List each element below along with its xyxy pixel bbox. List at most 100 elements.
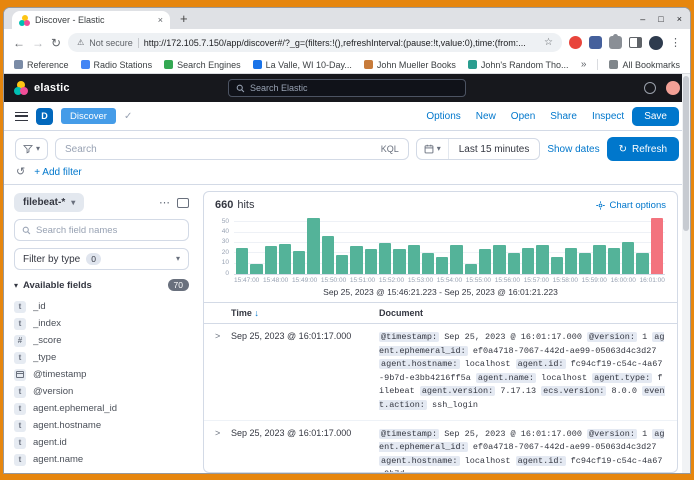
field-item[interactable]: t@version <box>14 383 189 400</box>
time-range-value[interactable]: Last 15 minutes <box>449 144 540 155</box>
histogram-bar[interactable] <box>522 248 534 274</box>
space-badge[interactable]: D <box>36 108 53 125</box>
histogram-bar[interactable] <box>336 255 348 274</box>
bookmark-item[interactable]: Radio Stations <box>81 60 153 70</box>
histogram-bar[interactable] <box>393 249 405 274</box>
field-item[interactable]: t_index <box>14 315 189 332</box>
address-bar[interactable]: ⚠ Not secure http://172.105.7.150/app/di… <box>68 33 562 52</box>
histogram-bar[interactable] <box>536 245 548 274</box>
field-item[interactable]: @timestamp <box>14 366 189 383</box>
query-input-box[interactable]: KQL <box>55 138 409 160</box>
bookmark-item[interactable]: La Valle, WI 10-Day... <box>253 60 352 70</box>
window-close-icon[interactable]: × <box>677 14 682 24</box>
field-item[interactable]: t_type <box>14 349 189 366</box>
bookmarks-overflow-icon[interactable]: » <box>581 59 587 70</box>
all-bookmarks[interactable]: All Bookmarks <box>609 60 680 70</box>
new-tab-button[interactable]: + <box>180 12 188 25</box>
extensions-puzzle-icon[interactable] <box>609 36 622 49</box>
window-maximize-icon[interactable]: □ <box>658 14 663 24</box>
histogram-bar[interactable] <box>551 257 563 274</box>
field-search-box[interactable] <box>14 219 189 241</box>
calendar-button[interactable]: ▾ <box>417 139 449 159</box>
menu-item-share[interactable]: Share <box>550 111 577 122</box>
histogram-bar[interactable] <box>508 253 520 274</box>
global-search-input[interactable] <box>250 83 458 93</box>
bookmark-item[interactable]: Reference <box>14 60 69 70</box>
warning-icon[interactable]: ⚠ <box>77 38 84 47</box>
field-item[interactable]: tagent.ephemeral_id <box>14 400 189 417</box>
field-item[interactable]: t_id <box>14 298 189 315</box>
histogram-bar[interactable] <box>265 246 277 274</box>
add-filter-link[interactable]: + Add filter <box>34 167 82 178</box>
histogram-bar[interactable] <box>579 253 591 274</box>
extension-icon-blue[interactable] <box>589 36 602 49</box>
bookmark-item[interactable]: John's Random Tho... <box>468 60 569 70</box>
histogram-bar[interactable] <box>250 264 262 274</box>
histogram-bar[interactable] <box>408 245 420 274</box>
forward-icon[interactable]: → <box>32 37 44 49</box>
collapse-sidebar-icon[interactable] <box>177 198 189 208</box>
field-item[interactable]: #_score <box>14 332 189 349</box>
refresh-button[interactable]: ↻ Refresh <box>607 137 679 161</box>
histogram-bar[interactable] <box>479 249 491 274</box>
histogram-bar[interactable] <box>465 264 477 274</box>
elastic-logo[interactable] <box>14 81 28 95</box>
expand-row-button[interactable]: > <box>215 331 231 341</box>
help-icon[interactable] <box>644 82 656 94</box>
index-options-icon[interactable]: ⋯ <box>159 196 170 209</box>
kql-selector[interactable]: KQL <box>381 144 399 154</box>
bookmark-star-icon[interactable]: ☆ <box>544 37 553 48</box>
histogram-bar[interactable] <box>365 249 377 274</box>
back-icon[interactable]: ← <box>13 37 25 49</box>
menu-item-new[interactable]: New <box>476 111 496 122</box>
histogram-bar[interactable] <box>322 236 334 274</box>
field-search-input[interactable] <box>36 225 181 236</box>
menu-item-open[interactable]: Open <box>511 111 535 122</box>
histogram-bar[interactable] <box>379 243 391 274</box>
histogram-bar[interactable] <box>236 248 248 274</box>
histogram-bar[interactable] <box>307 218 319 274</box>
saved-query-button[interactable]: ▾ <box>15 138 48 160</box>
field-item[interactable]: tagent.name <box>14 451 189 468</box>
histogram-bar[interactable] <box>565 248 577 274</box>
browser-tab[interactable]: Discover - Elastic × <box>12 11 170 29</box>
profile-avatar[interactable] <box>649 36 663 50</box>
available-fields-header[interactable]: ▾ Available fields 70 <box>14 279 189 291</box>
menu-item-options[interactable]: Options <box>426 111 460 122</box>
page-scrollbar[interactable] <box>682 74 690 473</box>
bookmark-item[interactable]: Search Engines <box>164 60 241 70</box>
menu-icon[interactable] <box>15 112 28 121</box>
bookmark-item[interactable]: John Mueller Books <box>364 60 456 70</box>
save-button[interactable]: Save <box>632 107 679 126</box>
expand-row-button[interactable]: > <box>215 428 231 438</box>
query-input[interactable] <box>65 144 375 155</box>
histogram-bar[interactable] <box>450 245 462 274</box>
index-pattern-selector[interactable]: filebeat-* ▾ <box>14 193 84 212</box>
histogram-bar[interactable] <box>622 242 634 274</box>
user-avatar[interactable] <box>666 81 680 95</box>
histogram-bar[interactable] <box>279 244 291 274</box>
field-item[interactable]: tagent.hostname <box>14 417 189 434</box>
histogram-bar[interactable] <box>636 253 648 274</box>
filter-by-type[interactable]: Filter by type 0 ▾ <box>14 248 189 270</box>
menu-item-inspect[interactable]: Inspect <box>592 111 624 122</box>
field-item[interactable]: tagent.id <box>14 434 189 451</box>
browser-menu-icon[interactable]: ⋮ <box>670 36 681 49</box>
scrollbar-thumb[interactable] <box>683 76 689 231</box>
histogram-bar[interactable] <box>293 251 305 274</box>
histogram-bar[interactable] <box>436 257 448 274</box>
column-time[interactable]: Time ↓ <box>231 308 379 318</box>
global-search[interactable] <box>228 79 466 97</box>
histogram-bar[interactable] <box>651 218 663 274</box>
histogram-bar[interactable] <box>350 246 362 274</box>
histogram-bar[interactable] <box>422 253 434 274</box>
breadcrumb[interactable]: Discover <box>61 108 116 124</box>
tab-close-icon[interactable]: × <box>158 15 163 25</box>
histogram-bar[interactable] <box>493 245 505 274</box>
side-panel-icon[interactable] <box>629 37 642 48</box>
chart-options-button[interactable]: Chart options <box>596 200 666 211</box>
window-minimize-icon[interactable]: – <box>640 14 645 24</box>
extension-icon-red[interactable] <box>569 36 582 49</box>
histogram-bar[interactable] <box>608 248 620 274</box>
query-history-icon[interactable]: ↺ <box>16 167 25 178</box>
